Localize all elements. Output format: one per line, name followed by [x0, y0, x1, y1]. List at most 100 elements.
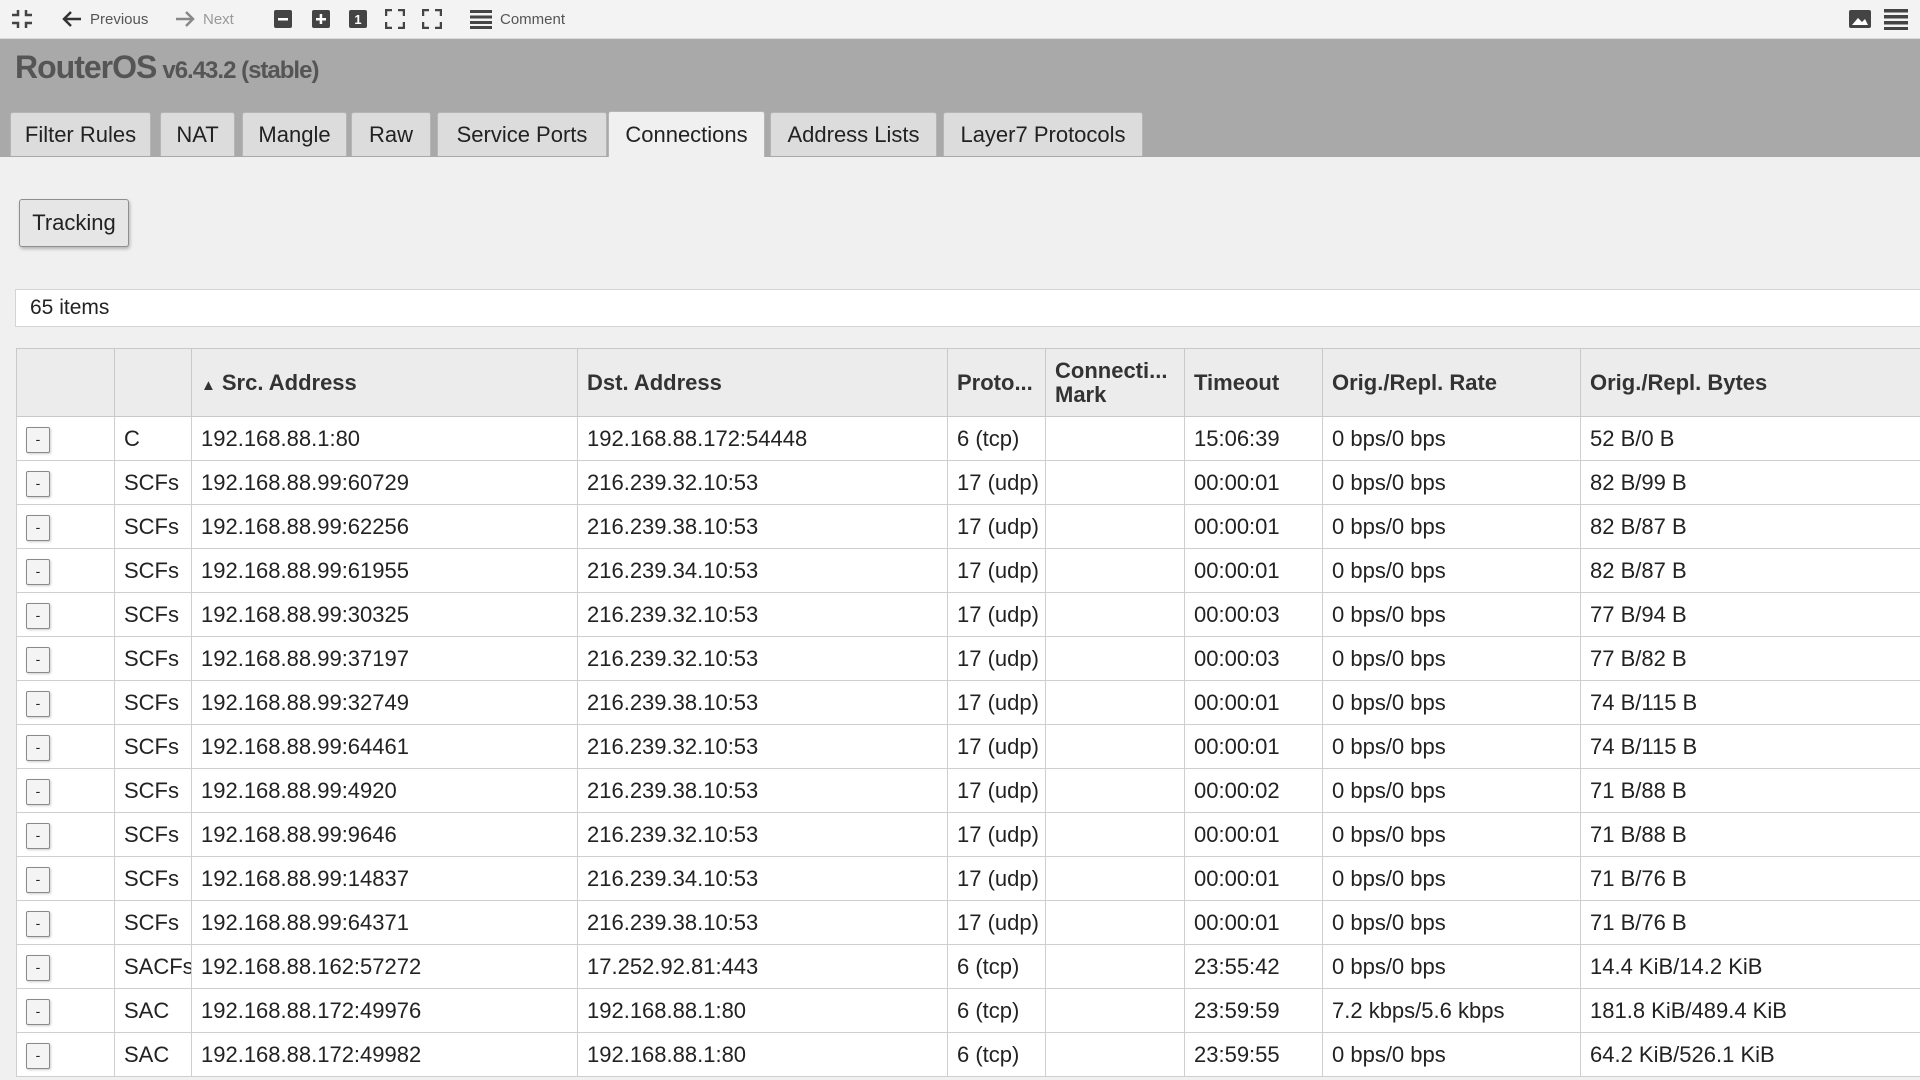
cell-protocol: 17 (udp): [947, 548, 1046, 593]
cell-timeout: 23:59:59: [1184, 988, 1323, 1033]
comment-icon: [470, 10, 492, 29]
collapse-icon[interactable]: [10, 0, 34, 38]
tracking-button[interactable]: Tracking: [19, 199, 129, 247]
cell-flags: SCFs: [114, 768, 192, 813]
row-remove-button[interactable]: -: [26, 603, 50, 629]
table-row[interactable]: - SCFs 192.168.88.99:30325 216.239.32.10:53…: [16, 592, 1920, 637]
table-row[interactable]: - SCFs 192.168.88.99:62256 216.239.38.10:53…: [16, 504, 1920, 549]
cell-bytes: 77 B/94 B: [1580, 592, 1920, 637]
cell-dst-address: 216.239.32.10:53: [577, 592, 948, 637]
tab-nat[interactable]: NAT: [160, 112, 235, 156]
cell-rate: 0 bps/0 bps: [1322, 900, 1581, 945]
image-icon[interactable]: [1849, 0, 1871, 38]
column-header-flags[interactable]: [114, 348, 192, 417]
row-remove-button[interactable]: -: [26, 955, 50, 981]
expand-icon[interactable]: [385, 0, 405, 38]
cell-rate: 0 bps/0 bps: [1322, 856, 1581, 901]
connections-table: ▲ Src. Address Dst. Address Proto... Conn…: [16, 348, 1920, 1077]
cell-protocol: 17 (udp): [947, 812, 1046, 857]
row-remove-button[interactable]: -: [26, 427, 50, 453]
cell-connection-mark: [1045, 944, 1185, 989]
column-header-src-address[interactable]: ▲ Src. Address: [191, 348, 578, 417]
cell-protocol: 17 (udp): [947, 724, 1046, 769]
table-row[interactable]: - SCFs 192.168.88.99:37197 216.239.32.10:53…: [16, 636, 1920, 681]
cell-connection-mark: [1045, 504, 1185, 549]
cell-bytes: 181.8 KiB/489.4 KiB: [1580, 988, 1920, 1033]
table-row[interactable]: - SCFs 192.168.88.99:61955 216.239.34.10:53…: [16, 548, 1920, 593]
tab-layer7-protocols[interactable]: Layer7 Protocols: [943, 112, 1143, 156]
row-remove-button[interactable]: -: [26, 735, 50, 761]
tab-connections[interactable]: Connections: [608, 111, 765, 157]
row-remove-button[interactable]: -: [26, 559, 50, 585]
table-row[interactable]: - C 192.168.88.1:80 192.168.88.172:54448 6 (…: [16, 416, 1920, 461]
row-remove-button[interactable]: -: [26, 647, 50, 673]
cell-flags: SCFs: [114, 812, 192, 857]
comment-button[interactable]: Comment: [470, 0, 565, 38]
column-header-rate[interactable]: Orig./Repl. Rate: [1322, 348, 1581, 417]
row-remove-button[interactable]: -: [26, 911, 50, 937]
cell-flags: SCFs: [114, 548, 192, 593]
sort-asc-icon: ▲: [201, 376, 216, 394]
table-row[interactable]: - SCFs 192.168.88.99:4920 216.239.38.10:53 1…: [16, 768, 1920, 813]
table-row[interactable]: - SAC 192.168.88.172:49982 192.168.88.1:80 6…: [16, 1032, 1920, 1077]
tab-raw[interactable]: Raw: [351, 112, 431, 156]
tab-service-ports[interactable]: Service Ports: [437, 112, 607, 156]
remove-icon[interactable]: [274, 0, 292, 38]
cell-flags: SCFs: [114, 856, 192, 901]
cell-rate: 0 bps/0 bps: [1322, 416, 1581, 461]
cell-protocol: 17 (udp): [947, 460, 1046, 505]
table-row[interactable]: - SCFs 192.168.88.99:9646 216.239.32.10:53 1…: [16, 812, 1920, 857]
cell-src-address: 192.168.88.99:62256: [191, 504, 578, 549]
tab-address-lists[interactable]: Address Lists: [770, 112, 937, 156]
row-remove-button[interactable]: -: [26, 471, 50, 497]
column-header-dst-address[interactable]: Dst. Address: [577, 348, 948, 417]
cell-timeout: 00:00:01: [1184, 548, 1323, 593]
cell-timeout: 23:59:55: [1184, 1032, 1323, 1077]
tab-filter-rules[interactable]: Filter Rules: [10, 112, 151, 156]
next-button[interactable]: Next: [175, 0, 234, 38]
cell-src-address: 192.168.88.99:37197: [191, 636, 578, 681]
one-icon[interactable]: 1: [349, 0, 367, 38]
cell-bytes: 71 B/88 B: [1580, 768, 1920, 813]
row-remove-button[interactable]: -: [26, 515, 50, 541]
cell-timeout: 23:55:42: [1184, 944, 1323, 989]
column-header-protocol[interactable]: Proto...: [947, 348, 1046, 417]
row-remove-button[interactable]: -: [26, 999, 50, 1025]
cell-bytes: 71 B/76 B: [1580, 856, 1920, 901]
table-row[interactable]: - SAC 192.168.88.172:49976 192.168.88.1:80 6…: [16, 988, 1920, 1033]
column-header-bytes[interactable]: Orig./Repl. Bytes: [1580, 348, 1920, 417]
table-row[interactable]: - SCFs 192.168.88.99:64371 216.239.38.10:53…: [16, 900, 1920, 945]
cell-flags: SCFs: [114, 504, 192, 549]
cell-flags: SCFs: [114, 724, 192, 769]
cell-bytes: 82 B/99 B: [1580, 460, 1920, 505]
cell-protocol: 17 (udp): [947, 592, 1046, 637]
table-row[interactable]: - SCFs 192.168.88.99:32749 216.239.38.10:53…: [16, 680, 1920, 725]
cell-protocol: 6 (tcp): [947, 988, 1046, 1033]
cell-src-address: 192.168.88.99:61955: [191, 548, 578, 593]
tab-mangle[interactable]: Mangle: [242, 112, 347, 156]
column-header-timeout[interactable]: Timeout: [1184, 348, 1323, 417]
row-remove-button[interactable]: -: [26, 691, 50, 717]
row-remove-button[interactable]: -: [26, 1043, 50, 1069]
table-row[interactable]: - SACFs 192.168.88.162:57272 17.252.92.81:4…: [16, 944, 1920, 989]
cell-dst-address: 192.168.88.1:80: [577, 1032, 948, 1077]
column-header-connection-mark[interactable]: Connecti... Mark: [1045, 348, 1185, 417]
app-version: v6.43.2 (stable): [162, 57, 319, 84]
add-icon[interactable]: [312, 0, 330, 38]
cell-rate: 0 bps/0 bps: [1322, 680, 1581, 725]
previous-button[interactable]: Previous: [62, 0, 148, 38]
table-row[interactable]: - SCFs 192.168.88.99:14837 216.239.34.10:53…: [16, 856, 1920, 901]
cell-dst-address: 192.168.88.1:80: [577, 988, 948, 1033]
cell-dst-address: 216.239.38.10:53: [577, 504, 948, 549]
table-row[interactable]: - SCFs 192.168.88.99:60729 216.239.32.10:53…: [16, 460, 1920, 505]
fullscreen-icon[interactable]: [422, 0, 442, 38]
row-remove-button[interactable]: -: [26, 779, 50, 805]
row-remove-button[interactable]: -: [26, 867, 50, 893]
top-toolbar: Previous Next 1 Comment: [0, 0, 1920, 39]
table-row[interactable]: - SCFs 192.168.88.99:64461 216.239.32.10:53…: [16, 724, 1920, 769]
menu-icon[interactable]: [1884, 0, 1908, 38]
cell-protocol: 6 (tcp): [947, 1032, 1046, 1077]
cell-dst-address: 216.239.34.10:53: [577, 856, 948, 901]
row-remove-button[interactable]: -: [26, 823, 50, 849]
app-name: RouterOS: [15, 49, 157, 85]
